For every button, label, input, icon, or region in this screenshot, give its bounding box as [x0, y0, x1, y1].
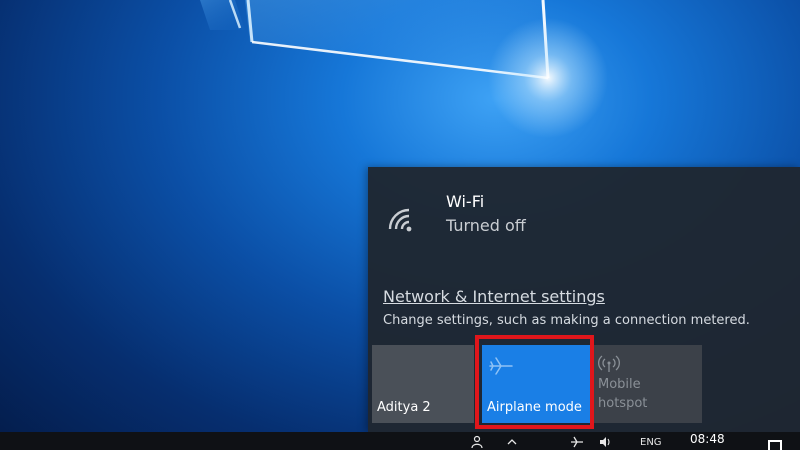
airplane-mode-label: Airplane mode [487, 400, 582, 415]
wifi-network-item[interactable]: Wi-Fi Turned off [384, 192, 784, 242]
vpn-tile-label: Aditya 2 [377, 400, 431, 415]
clock[interactable]: 08:48 [690, 432, 725, 446]
airplane-icon [489, 357, 513, 375]
person-icon[interactable] [470, 435, 484, 449]
action-center-icon[interactable] [768, 440, 782, 450]
network-settings-description: Change settings, such as making a connec… [383, 313, 750, 328]
airplane-tray-icon[interactable] [570, 435, 584, 449]
wifi-icon [388, 208, 412, 232]
volume-icon[interactable] [598, 435, 612, 449]
vpn-tile[interactable]: Aditya 2 [372, 345, 474, 423]
wifi-name: Wi-Fi [446, 192, 485, 211]
hotspot-icon [598, 355, 620, 372]
mobile-hotspot-label: Mobile hotspot [598, 377, 648, 411]
network-internet-settings-link[interactable]: Network & Internet settings [383, 287, 605, 306]
wifi-status: Turned off [446, 216, 526, 235]
network-flyout: Wi-Fi Turned off Network & Internet sett… [368, 167, 800, 432]
taskbar: ENG 08:48 [0, 432, 800, 450]
language-indicator[interactable]: ENG [640, 437, 662, 448]
mobile-hotspot-tile[interactable]: Mobile hotspot [593, 345, 702, 423]
airplane-mode-tile[interactable]: Airplane mode [482, 345, 590, 423]
chevron-up-icon[interactable] [505, 435, 519, 449]
